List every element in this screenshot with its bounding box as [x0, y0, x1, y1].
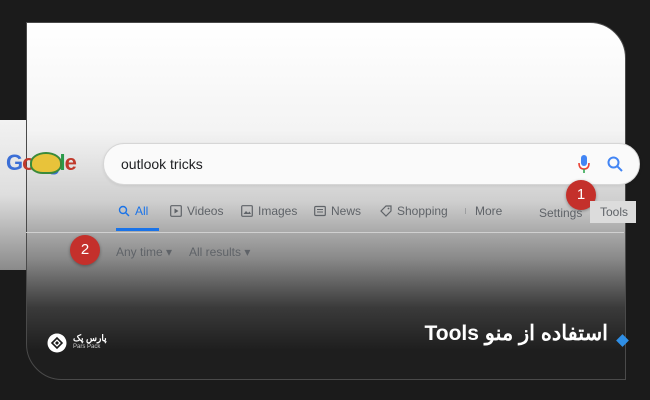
tab-label: All — [135, 204, 149, 218]
parspack-logo-icon — [47, 333, 67, 353]
search-icon — [118, 205, 130, 217]
image-icon — [241, 205, 253, 217]
tab-all[interactable]: All — [118, 204, 148, 218]
tab-more[interactable]: More — [464, 204, 502, 218]
brand-latin: Pars Pack — [73, 344, 101, 350]
tag-icon — [380, 205, 392, 217]
search-input[interactable]: outlook tricks — [121, 156, 203, 172]
caption-title: استفاده از منو Tools — [424, 322, 608, 345]
tab-shopping[interactable]: Shopping — [380, 204, 448, 218]
tab-videos[interactable]: Videos — [170, 204, 223, 218]
any-time-filter[interactable]: Any time ▾ — [116, 245, 172, 259]
tab-label: More — [475, 204, 503, 218]
settings-link[interactable]: Settings — [539, 206, 582, 220]
page-backdrop — [0, 120, 26, 270]
active-tab-indicator — [116, 228, 159, 231]
search-box[interactable]: outlook tricks — [103, 143, 640, 185]
all-results-filter[interactable]: All results ▾ — [189, 245, 250, 259]
play-icon — [170, 205, 182, 217]
divider — [26, 232, 624, 233]
newspaper-icon — [314, 205, 326, 217]
step-badge-2: 2 — [70, 235, 100, 265]
search-icon[interactable] — [606, 155, 624, 173]
tab-images[interactable]: Images — [241, 204, 297, 218]
doodle-icon — [30, 152, 62, 174]
tab-label: Videos — [187, 204, 224, 218]
tab-news[interactable]: News — [314, 204, 361, 218]
brand-logo: پارس پک Pars Pack — [47, 333, 107, 353]
more-vertical-icon — [465, 208, 466, 214]
tab-label: News — [331, 204, 362, 218]
microphone-icon[interactable] — [577, 154, 591, 174]
tab-label: Shopping — [397, 204, 448, 218]
brand-name: پارس پک — [73, 333, 107, 343]
tab-label: Images — [258, 204, 298, 218]
tools-button[interactable]: Tools — [590, 201, 636, 223]
